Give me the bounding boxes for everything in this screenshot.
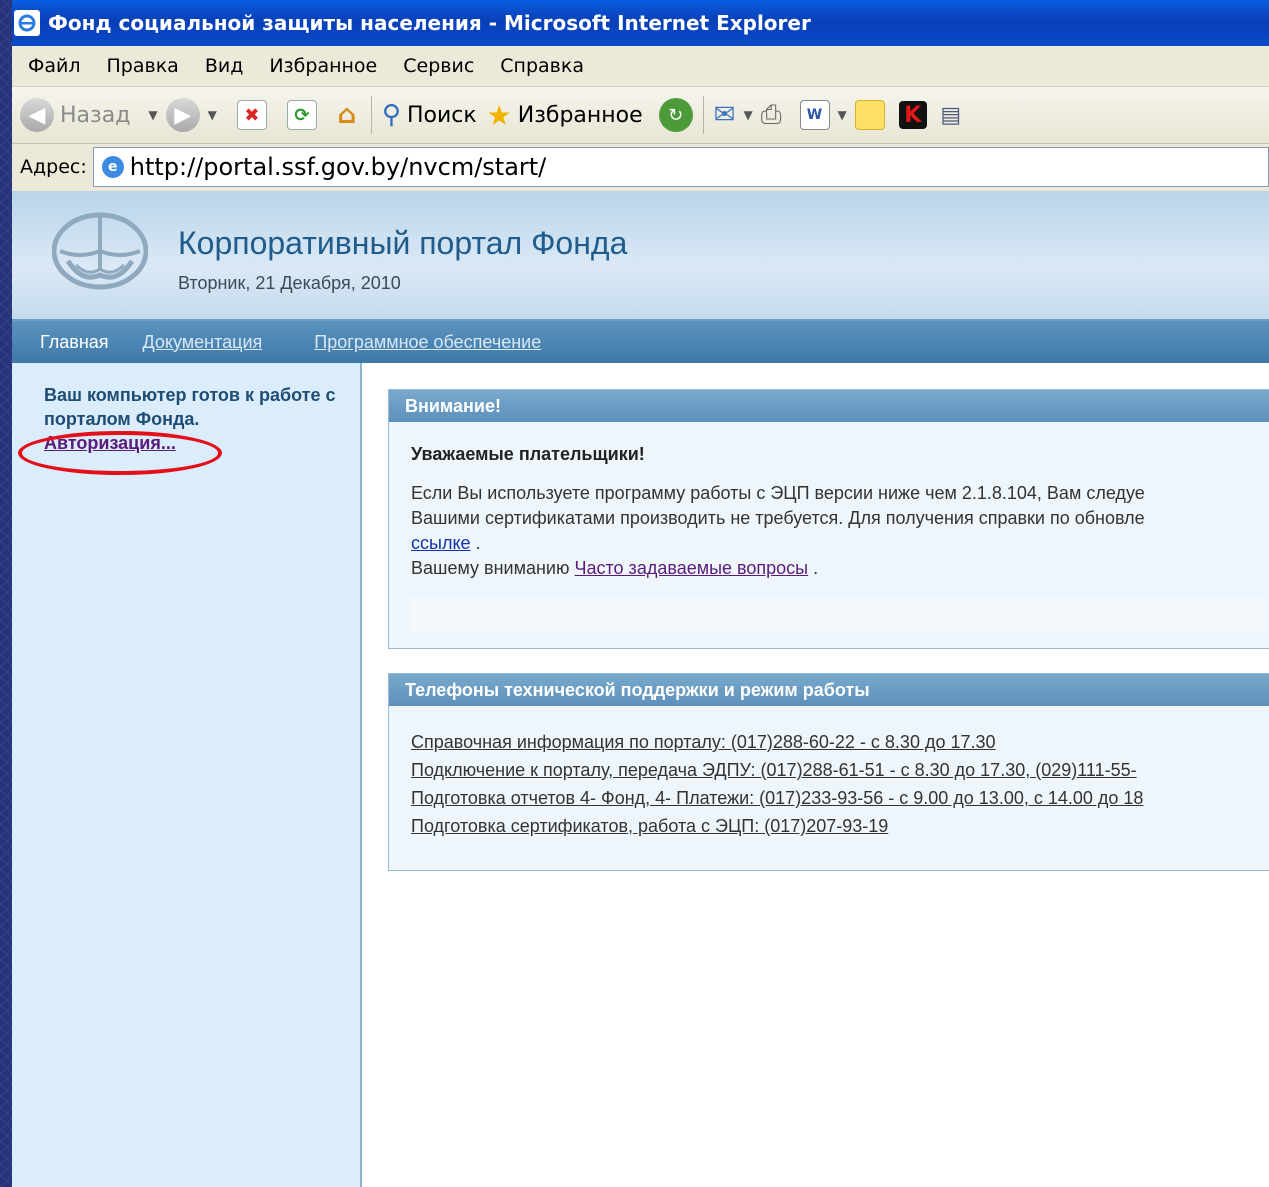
support-header: Телефоны технической поддержки и режим р… — [389, 674, 1269, 706]
highlight-ellipse — [18, 431, 222, 475]
menu-help[interactable]: Справка — [500, 55, 584, 77]
nav-software[interactable]: Программное обеспечение — [314, 332, 541, 353]
search-icon[interactable]: ⚲ — [382, 100, 401, 130]
link-here[interactable]: ссылке — [411, 533, 471, 553]
stop-icon[interactable]: ✖ — [236, 100, 267, 130]
nav-docs[interactable]: Документация — [143, 332, 263, 353]
support-line[interactable]: Подготовка сертификатов, работа с ЭЦП: (… — [411, 812, 1267, 840]
back-button-label[interactable]: Назад — [60, 103, 130, 128]
toolbar-separator — [702, 96, 704, 134]
address-input[interactable]: e http://portal.ssf.gov.by/nvcm/start/ — [92, 147, 1269, 187]
support-body: Справочная информация по порталу: (017)2… — [389, 706, 1269, 856]
forward-dropdown-icon[interactable]: ▼ — [208, 108, 217, 122]
attention-body: Уважаемые плательщики! Если Вы используе… — [389, 422, 1269, 647]
menu-bar: Файл Правка Вид Избранное Сервис Справка — [12, 46, 1269, 87]
kaspersky-icon[interactable]: K — [898, 101, 927, 129]
attention-greeting: Уважаемые плательщики! — [411, 444, 645, 464]
attention-line-2: Вашими сертификатами производить не треб… — [411, 508, 1145, 528]
menu-edit[interactable]: Правка — [107, 55, 179, 77]
edit-dropdown-icon[interactable]: ▼ — [838, 108, 847, 122]
ie-app-icon — [14, 10, 40, 36]
portal-date: Вторник, 21 Декабря, 2010 — [178, 273, 401, 293]
address-bar: Адрес: e http://portal.ssf.gov.by/nvcm/s… — [12, 144, 1269, 190]
faq-prefix: Вашему вниманию — [411, 558, 570, 578]
mail-dropdown-icon[interactable]: ▼ — [743, 108, 752, 122]
attention-panel: Внимание! Уважаемые плательщики! Если Вы… — [388, 389, 1269, 649]
word-edit-icon[interactable]: W — [799, 100, 830, 130]
search-button-label[interactable]: Поиск — [407, 103, 477, 128]
fund-logo-icon — [52, 212, 148, 290]
menu-favorites[interactable]: Избранное — [269, 55, 377, 77]
note-icon[interactable] — [854, 100, 885, 130]
ready-text: Ваш компьютер готов к работе с порталом … — [44, 385, 336, 429]
nav-home[interactable]: Главная — [40, 332, 109, 353]
print-icon[interactable]: ⎙ — [761, 100, 782, 131]
support-line[interactable]: Подготовка отчетов 4- Фонд, 4- Платежи: … — [411, 784, 1267, 812]
home-icon[interactable]: ⌂ — [333, 100, 361, 130]
attention-faq-line: Вашему вниманию Часто задаваемые вопросы… — [411, 558, 819, 578]
forward-arrow-icon[interactable]: ▶ — [165, 98, 200, 132]
address-label: Адрес: — [20, 156, 87, 178]
research-icon[interactable]: ▤ — [937, 101, 965, 129]
window-title: Фонд социальной защиты населения - Micro… — [48, 11, 811, 35]
attention-link-line: ссылке . — [411, 533, 481, 553]
menu-tools[interactable]: Сервис — [403, 55, 474, 77]
faq-link[interactable]: Часто задаваемые вопросы — [575, 558, 809, 578]
toolbar-separator — [370, 96, 372, 134]
support-line[interactable]: Подключение к порталу, передача ЭДПУ: (0… — [411, 756, 1267, 784]
portal-title: Корпоративный портал Фонда — [178, 225, 628, 261]
attention-line-1: Если Вы используете программу работы с Э… — [411, 483, 1145, 503]
support-panel: Телефоны технической поддержки и режим р… — [388, 673, 1269, 871]
support-line[interactable]: Справочная информация по порталу: (017)2… — [411, 728, 1267, 756]
refresh-icon[interactable]: ⟳ — [286, 100, 317, 130]
back-arrow-icon[interactable]: ◀ — [20, 98, 54, 132]
history-icon[interactable]: ↻ — [658, 98, 693, 132]
star-favorites-icon[interactable]: ★ — [487, 99, 512, 132]
main-content: Внимание! Уважаемые плательщики! Если Вы… — [362, 363, 1269, 1187]
portal-nav: Главная Документация Программное обеспеч… — [12, 321, 1269, 363]
favorites-button-label[interactable]: Избранное — [518, 103, 643, 128]
sidebar: Ваш компьютер готов к работе с порталом … — [12, 363, 362, 1187]
portal-header: Корпоративный портал Фонда Вторник, 21 Д… — [12, 191, 1269, 321]
attention-header: Внимание! — [389, 390, 1269, 422]
mail-icon[interactable]: ✉ — [714, 100, 736, 130]
attention-inner-strip — [411, 597, 1267, 631]
browser-window: Фонд социальной защиты населения - Micro… — [12, 0, 1269, 1187]
address-url[interactable]: http://portal.ssf.gov.by/nvcm/start/ — [130, 153, 547, 181]
back-dropdown-icon[interactable]: ▼ — [148, 108, 157, 122]
menu-view[interactable]: Вид — [205, 55, 244, 77]
web-page: Корпоративный портал Фонда Вторник, 21 Д… — [12, 191, 1269, 1187]
page-icon: e — [101, 156, 124, 178]
menu-file[interactable]: Файл — [28, 55, 81, 77]
toolbar: ◀ Назад ▼ ▶ ▼ ✖ ⟳ ⌂ ⚲ Поиск ★ Избранное … — [12, 87, 1269, 144]
title-bar: Фонд социальной защиты населения - Micro… — [12, 0, 1269, 46]
